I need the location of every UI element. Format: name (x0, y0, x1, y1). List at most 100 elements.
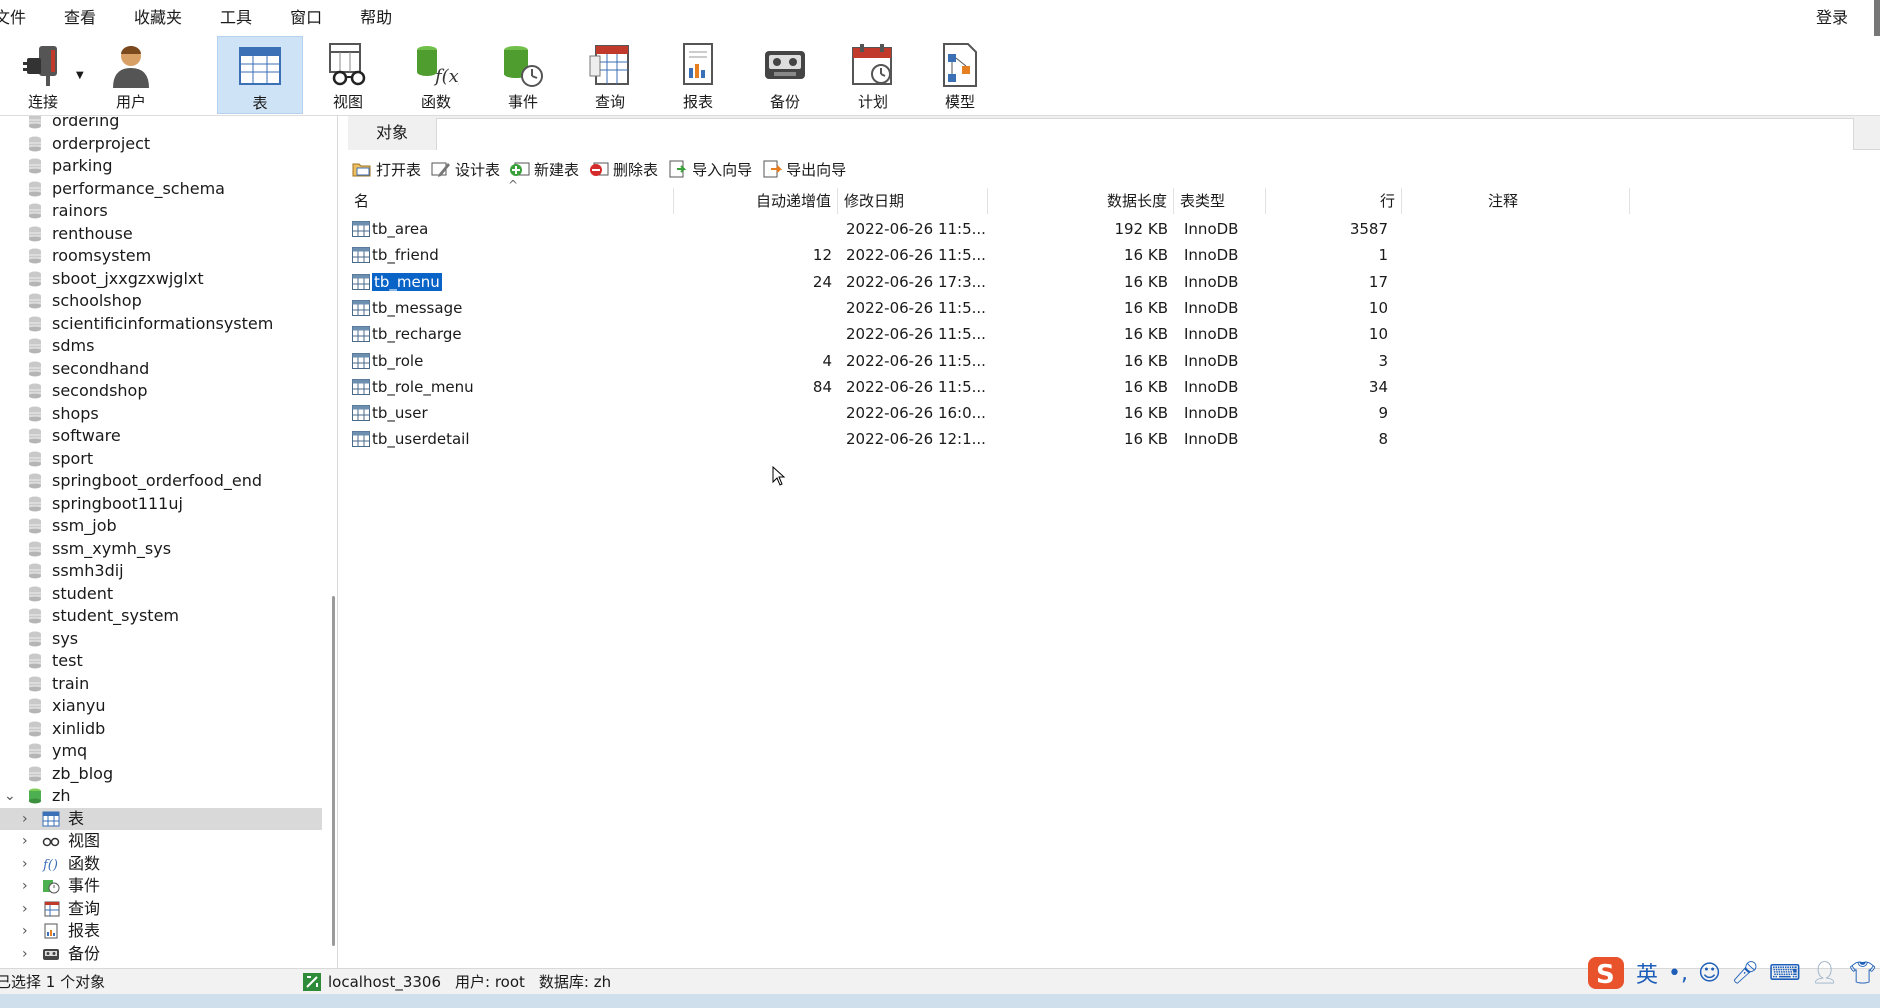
table-row[interactable]: tb_role 4 2022-06-26 11:5... 16 KB InnoDB 3 (348, 348, 1630, 374)
database-item[interactable]: software (0, 425, 330, 447)
new-table-button[interactable]: 新建表 (510, 159, 579, 180)
tree-node-function[interactable]: › f() 函数 (0, 853, 322, 875)
database-item-open[interactable]: ⌄ zh (0, 785, 330, 807)
menu-view[interactable]: 查看 (45, 0, 115, 36)
database-item[interactable]: sboot_jxxgzxwjglxt (0, 268, 330, 290)
menu-favorites[interactable]: 收藏夹 (115, 0, 201, 36)
table-row[interactable]: tb_area 2022-06-26 11:5... 192 KB InnoDB 358… (348, 216, 1630, 242)
toolbar-function-button[interactable]: f(x) 函数 (393, 36, 479, 114)
toolbar-connect-button[interactable]: 连接 (0, 36, 86, 114)
tree-node-view-glasses[interactable]: › 视图 (0, 830, 322, 852)
database-item[interactable]: secondhand (0, 358, 330, 380)
database-item[interactable]: rainors (0, 200, 330, 222)
punctuation-icon[interactable]: •, (1668, 961, 1688, 986)
database-item[interactable]: sys (0, 628, 330, 650)
user-icon[interactable]: 👤︎ (1811, 961, 1839, 986)
database-item[interactable]: ymq (0, 740, 330, 762)
mouse-cursor-icon (772, 466, 786, 486)
database-item[interactable]: train (0, 673, 330, 695)
toolbar-event-button[interactable]: 事件 (480, 36, 566, 114)
database-item[interactable]: schoolshop (0, 290, 330, 312)
export-wizard-button[interactable]: 导出向导 (762, 159, 846, 180)
column-header-comment[interactable]: 注释 (1482, 188, 1630, 214)
database-item[interactable]: springboot111uj (0, 493, 330, 515)
database-item[interactable]: sdms (0, 335, 330, 357)
database-item[interactable]: orderproject (0, 133, 330, 155)
import-wizard-button[interactable]: 导入向导 (668, 159, 752, 180)
database-item[interactable]: parking (0, 155, 330, 177)
chevron-down-icon[interactable]: ▼ (76, 70, 84, 81)
database-item[interactable]: xinlidb (0, 718, 330, 740)
table-row[interactable]: tb_menu 24 2022-06-26 17:3... 16 KB InnoDB 17 (348, 269, 1630, 295)
chevron-right-icon[interactable]: › (22, 853, 28, 875)
database-item[interactable]: roomsystem (0, 245, 330, 267)
database-item[interactable]: renthouse (0, 223, 330, 245)
sogou-logo-icon[interactable]: S (1586, 955, 1626, 991)
tree-node-backup[interactable]: › 备份 (0, 943, 322, 965)
table-row[interactable]: tb_recharge 2022-06-26 11:5... 16 KB InnoDB… (348, 321, 1630, 347)
table-row[interactable]: tb_friend 12 2022-06-26 11:5... 16 KB InnoDB… (348, 242, 1630, 268)
sidebar-scrollbar[interactable] (332, 596, 335, 946)
emoji-icon[interactable]: ☺ (1698, 961, 1721, 986)
toolbar-backup-button[interactable]: 备份 (742, 36, 828, 114)
database-item[interactable]: student (0, 583, 330, 605)
design-table-button[interactable]: 设计表 (431, 159, 500, 180)
database-item[interactable]: springboot_orderfood_end (0, 470, 330, 492)
tree-node-event-clock[interactable]: › 事件 (0, 875, 322, 897)
database-item[interactable]: xianyu (0, 695, 330, 717)
database-item[interactable]: zb_blog (0, 763, 330, 785)
table-row[interactable]: tb_userdetail 2022-06-26 12:1... 16 KB Inno… (348, 426, 1630, 452)
tab-objects[interactable]: 对象 (348, 116, 436, 150)
toolbar-query-button[interactable]: 查询 (567, 36, 653, 114)
column-header-rows[interactable]: 行 (1266, 188, 1402, 214)
table-row[interactable]: tb_role_menu 84 2022-06-26 11:5... 16 KB Inn… (348, 374, 1630, 400)
database-item[interactable]: test (0, 650, 330, 672)
menu-file[interactable]: 文件 (0, 0, 45, 36)
ime-language-toggle[interactable]: 英 (1636, 957, 1658, 989)
database-item[interactable]: ssm_job (0, 515, 330, 537)
database-item[interactable]: secondshop (0, 380, 330, 402)
tree-node-report[interactable]: › 报表 (0, 920, 322, 942)
delete-table-button[interactable]: 删除表 (589, 159, 658, 180)
database-item[interactable]: ssmh3dij (0, 560, 330, 582)
toolbar-schedule-button[interactable]: 计划 (830, 36, 916, 114)
toolbar-table-button[interactable]: 表 (217, 36, 303, 114)
database-item[interactable]: ordering (0, 116, 330, 132)
database-item[interactable]: scientificinformationsystem (0, 313, 330, 335)
column-header-engine[interactable]: 表类型 (1174, 188, 1266, 214)
menu-window[interactable]: 窗口 (271, 0, 341, 36)
login-button[interactable]: 登录 (1816, 0, 1848, 36)
chevron-right-icon[interactable]: › (22, 808, 28, 830)
toolbar-user-button[interactable]: 用户 (88, 36, 174, 114)
database-item[interactable]: ssm_xymh_sys (0, 538, 330, 560)
column-header-auto-increment[interactable]: 自动递增值 (674, 188, 838, 214)
tree-node-query[interactable]: › 查询 (0, 898, 322, 920)
tree-node-table[interactable]: › 表 (0, 807, 322, 830)
toolbar-model-button[interactable]: 模型 (917, 36, 1003, 114)
database-item[interactable]: shops (0, 403, 330, 425)
chevron-right-icon[interactable]: › (22, 830, 28, 852)
table-row[interactable]: tb_user 2022-06-26 16:0... 16 KB InnoDB 9 (348, 400, 1630, 426)
database-icon (28, 316, 42, 332)
menu-help[interactable]: 帮助 (341, 0, 411, 36)
tree-node-label: 报表 (68, 921, 101, 940)
microphone-icon[interactable]: 🎤︎ (1731, 961, 1759, 986)
menu-tools[interactable]: 工具 (201, 0, 271, 36)
chevron-down-icon[interactable]: ⌄ (4, 785, 16, 807)
database-name: ssm_job (52, 516, 117, 535)
chevron-right-icon[interactable]: › (22, 898, 28, 920)
chevron-right-icon[interactable]: › (22, 920, 28, 942)
database-item[interactable]: performance_schema (0, 178, 330, 200)
chevron-right-icon[interactable]: › (22, 875, 28, 897)
database-item[interactable]: student_system (0, 605, 330, 627)
column-header-modified-date[interactable]: 修改日期 (838, 188, 988, 214)
keyboard-icon[interactable]: ⌨ (1769, 961, 1801, 986)
open-table-button[interactable]: 打开表 (352, 159, 421, 180)
toolbar-report-button[interactable]: 报表 (655, 36, 741, 114)
skin-shirt-icon[interactable]: 👕︎ (1849, 961, 1877, 986)
database-item[interactable]: sport (0, 448, 330, 470)
toolbar-view-button[interactable]: 视图 (305, 36, 391, 114)
table-row[interactable]: tb_message 2022-06-26 11:5... 16 KB InnoDB 1… (348, 295, 1630, 321)
column-header-data-length[interactable]: 数据长度 (988, 188, 1174, 214)
chevron-right-icon[interactable]: › (22, 943, 28, 965)
